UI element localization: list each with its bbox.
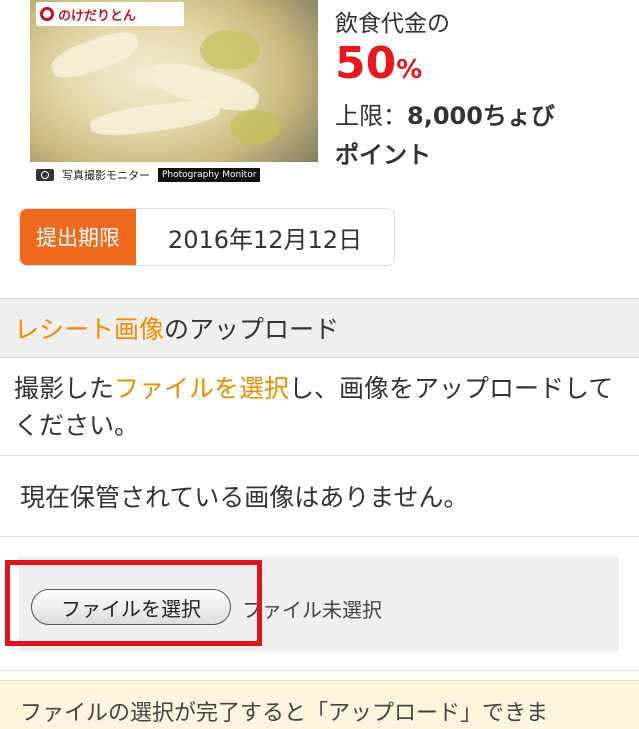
instructions-highlight: ファイルを選択 [114,374,290,403]
camera-icon [36,169,54,181]
instructions-prefix: 撮影した [14,374,115,403]
reward-percent-value: 50 [335,38,397,89]
reward-points-unit: ポイント [335,141,431,169]
upload-notice: ファイルの選択が完了すると「アップロード」できま [0,680,639,729]
highlight-box [5,560,262,646]
section-title-rest: のアップロード [164,315,340,344]
photo-monitor-en-label: Photography Monitor [158,168,261,182]
reward-limit-prefix: 上限： [335,102,407,130]
reward-percent-sign: % [396,55,423,85]
reward-percent: 50% [335,40,555,94]
section-title-highlight: レシート画像 [14,315,165,344]
reward-limit: 上限：8,000ちょび [335,96,555,131]
photo-monitor-strip: 写真撮影モニター Photography Monitor [30,162,318,188]
reward-label: 飲食代金の [335,11,450,37]
food-detail [200,30,260,70]
divider [0,536,639,537]
reward-info: 飲食代金の 50% 上限：8,000ちょび ポイント [335,4,555,170]
photo-monitor-label: 写真撮影モニター [62,169,150,182]
upload-section-header: レシート画像 のアップロード [0,298,639,358]
divider [0,455,639,456]
upload-instructions: 撮影したファイルを選択し、画像をアップロードしてください。 [14,370,629,444]
food-detail [230,110,280,144]
campaign-thumbnail: のけだりとん 写真撮影モニター Photography Monitor [30,0,318,188]
divider [0,670,639,671]
reward-limit-value: 8,000ちょび [407,102,555,130]
food-detail [47,25,143,85]
deadline-box: 提出期限 2016年12月12日 [19,208,395,266]
deadline-date: 2016年12月12日 [167,225,363,254]
restaurant-logo: のけだりとん [36,2,184,26]
logo-text: のけだりとん [58,8,137,24]
stored-image-status: 現在保管されている画像はありません。 [20,483,469,512]
food-detail [88,96,222,140]
no-file-selected-text: ファイル未選択 [242,598,382,622]
logo-ring-icon [40,7,54,21]
deadline-tag: 提出期限 [20,209,136,265]
